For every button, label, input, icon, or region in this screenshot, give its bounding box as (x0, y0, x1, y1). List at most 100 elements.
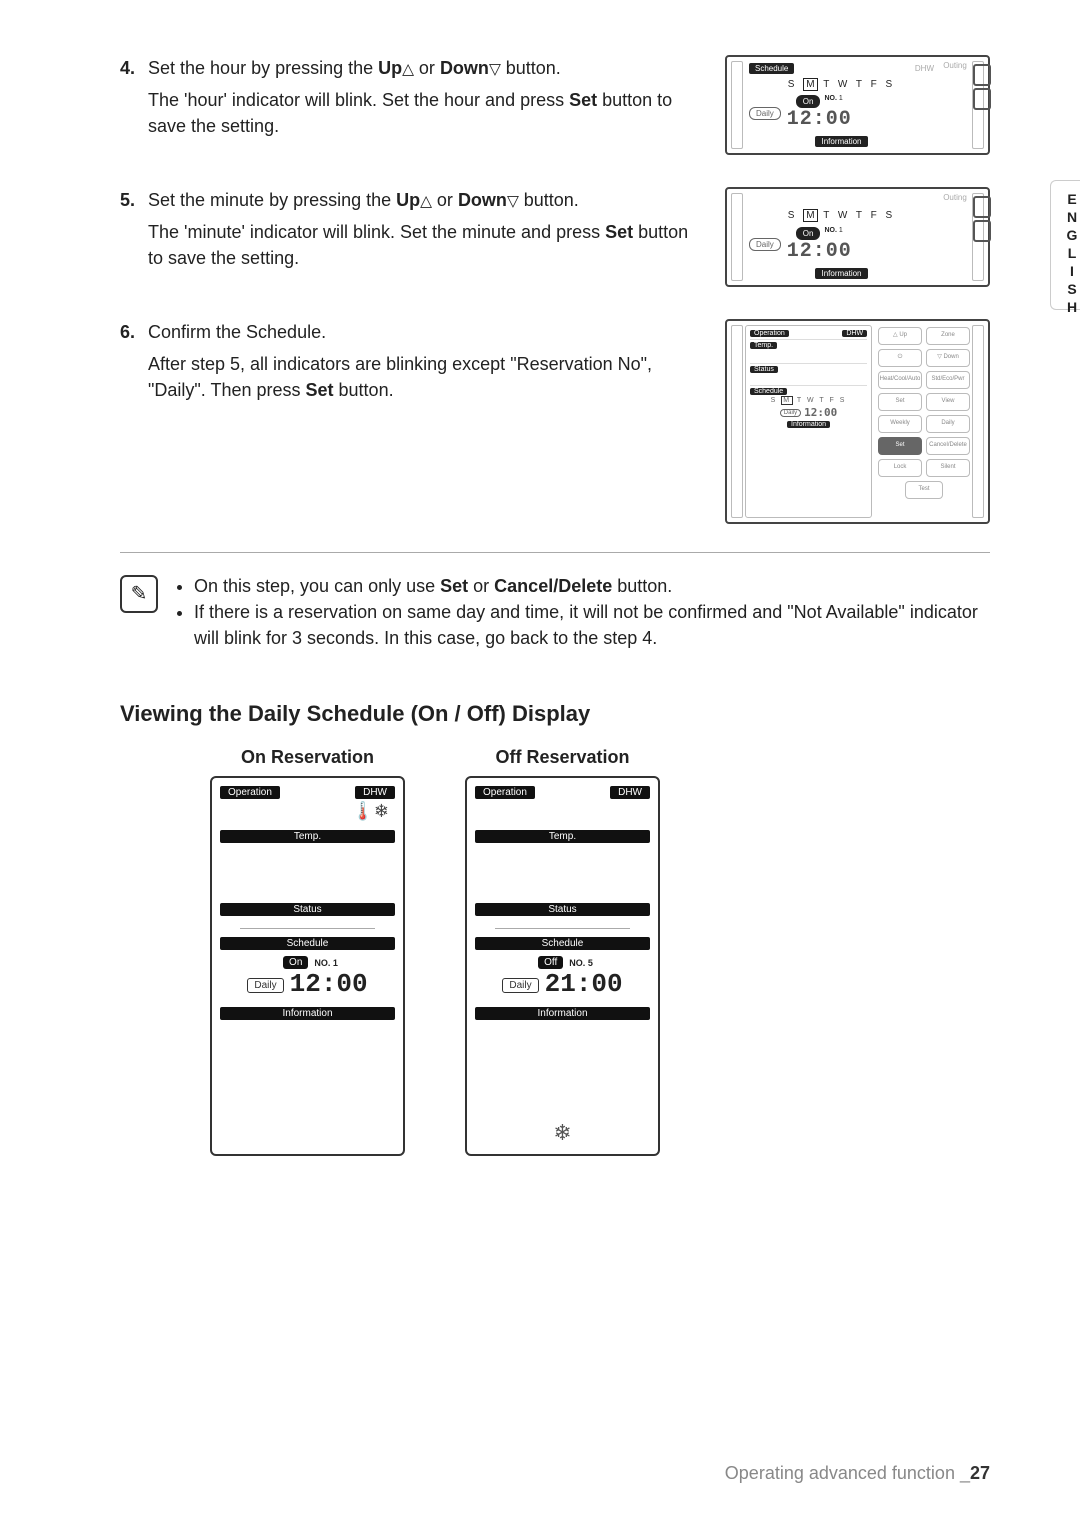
lcd-left-slot (731, 193, 743, 281)
schedule-bar: Schedule (220, 937, 395, 950)
off-reservation-lcd: OperationDHW Temp. Status Schedule Off N… (465, 776, 660, 1156)
dhw-bar: DHW (355, 786, 395, 799)
note-icon: ✎ (120, 575, 158, 613)
info-bar: Information (815, 268, 867, 279)
step-5-row: 5.Set the minute by pressing the Up or D… (120, 187, 990, 287)
up-triangle-icon (420, 190, 432, 210)
info-bar: Information (220, 1007, 395, 1020)
down-triangle-icon (507, 190, 519, 210)
schedule-bar: Schedule (475, 937, 650, 950)
note-bullet-1: On this step, you can only use Set or Ca… (194, 573, 990, 599)
test-button: Test (905, 481, 944, 499)
lcd-time: 12:00 (787, 240, 852, 263)
step-4-row: 4.Set the hour by pressing the Up or Dow… (120, 55, 990, 155)
silent-button: Silent (926, 459, 970, 477)
info-bar: Information (475, 1007, 650, 1020)
line (240, 928, 375, 929)
step-5-sub: The 'minute' indicator will blink. Set t… (148, 219, 705, 271)
on-reservation-lcd: Operation DHW 🌡️❄ Temp. Status Schedule O… (210, 776, 405, 1156)
daily-button: Daily (926, 415, 970, 433)
step-6-text: 6.Confirm the Schedule. After step 5, al… (120, 319, 705, 403)
on-reservation-title: On Reservation (210, 747, 405, 768)
step-5-number: 5. (120, 187, 148, 213)
off-pill: Off (538, 956, 563, 969)
lcd-center: S M T W T F S Daily OnNO. 1 12:00 Inform… (745, 193, 938, 281)
note-body: On this step, you can only use Set or Ca… (174, 573, 990, 651)
lcd-days: S M T W T F S (749, 79, 934, 90)
weekly-button: Weekly (878, 415, 922, 433)
zone-button: Zone (926, 327, 970, 345)
thermo-icon: 🌡️❄ (220, 801, 395, 822)
line (495, 928, 630, 929)
viewing-row: On Reservation Operation DHW 🌡️❄ Temp. St… (120, 747, 990, 1156)
mode-button: Heat/Cool/Auto (878, 371, 922, 389)
lcd-left-slot (731, 61, 743, 149)
lcd-right-slot (972, 325, 984, 518)
knob-icon (973, 220, 991, 242)
daily-pill: Daily (502, 978, 538, 993)
note-bullet-2: If there is a reservation on same day an… (194, 599, 990, 651)
step-6-row: 6.Confirm the Schedule. After step 5, al… (120, 319, 990, 524)
note-block: ✎ On this step, you can only use Set or … (120, 573, 990, 651)
step-6-sub: After step 5, all indicators are blinkin… (148, 351, 705, 403)
down-triangle-icon (489, 58, 501, 78)
up-triangle-icon (402, 58, 414, 78)
lcd-right-slot (972, 193, 984, 281)
on-time: 12:00 (290, 969, 368, 999)
on-pill: On (283, 956, 308, 969)
lcd-time: 12:00 (787, 108, 852, 131)
section-title: Viewing the Daily Schedule (On / Off) Di… (120, 701, 990, 727)
daily-pill: Daily (247, 978, 283, 993)
daily-pill: Daily (749, 107, 781, 120)
page: 4.Set the hour by pressing the Up or Dow… (0, 0, 1080, 1532)
off-reservation-col: Off Reservation Operation DHW Temp. Statu… (465, 747, 660, 1156)
lcd-right-slot (972, 61, 984, 149)
schedule-bar: Schedule (749, 63, 794, 74)
on-reservation-col: On Reservation Operation DHW 🌡️❄ Temp. St… (210, 747, 405, 1156)
lcd-side: Outing (940, 61, 970, 149)
page-footer: Operating advanced function _27 (725, 1463, 990, 1484)
step-4-text: 4.Set the hour by pressing the Up or Dow… (120, 55, 705, 139)
blank-foot (220, 1120, 395, 1146)
step-5-lcd: S M T W T F S Daily OnNO. 1 12:00 Inform… (725, 187, 990, 287)
operation-bar: Operation (220, 786, 280, 799)
knob-icon (973, 196, 991, 218)
dhw-bar: DHW (610, 786, 650, 799)
instruction-steps: 4.Set the hour by pressing the Up or Dow… (120, 55, 990, 524)
info-bar: Information (815, 136, 867, 147)
off-time: 21:00 (545, 969, 623, 999)
lcd-side: Outing (940, 193, 970, 281)
view-button: View (926, 393, 970, 411)
cancel-button: Cancel/Delete (926, 437, 970, 455)
set2-button: Set (878, 437, 922, 455)
language-tab: ENGLISH (1050, 180, 1080, 310)
off-reservation-title: Off Reservation (465, 747, 660, 768)
knob-icon (973, 88, 991, 110)
lcd-buttons: △ Up Zone ⏻ ▽ Down Heat/Cool/Auto Std/Ec… (878, 325, 970, 518)
step-6-lcd: OperationDHW Temp. Status Schedule S M T… (725, 319, 990, 524)
step-4-sub: The 'hour' indicator will blink. Set the… (148, 87, 705, 139)
temp-bar: Temp. (475, 830, 650, 843)
separator (120, 552, 990, 553)
daily-pill: Daily (749, 238, 781, 251)
defrost-icon: ❄︎ (475, 1120, 650, 1146)
temp-bar: Temp. (220, 830, 395, 843)
lcd-left-slot (731, 325, 743, 518)
status-bar: Status (220, 903, 395, 916)
status-bar: Status (475, 903, 650, 916)
lcd-days: S M T W T F S (749, 210, 934, 221)
lcd-screen: OperationDHW Temp. Status Schedule S M T… (745, 325, 872, 518)
down-button: ▽ Down (926, 349, 970, 367)
up-button: △ Up (878, 327, 922, 345)
step-5-text: 5.Set the minute by pressing the Up or D… (120, 187, 705, 271)
lock-button: Lock (878, 459, 922, 477)
lcd-center: Schedule DHW S M T W T F S Daily OnNO. 1… (745, 61, 938, 149)
operation-bar: Operation (475, 786, 535, 799)
step-4-number: 4. (120, 55, 148, 81)
knob-icon (973, 64, 991, 86)
pwr-button: ⏻ (878, 349, 922, 367)
set-button: Set (878, 393, 922, 411)
step-6-number: 6. (120, 319, 148, 345)
step-4-lcd: Schedule DHW S M T W T F S Daily OnNO. 1… (725, 55, 990, 155)
eco-button: Std/Eco/Pwr (926, 371, 970, 389)
